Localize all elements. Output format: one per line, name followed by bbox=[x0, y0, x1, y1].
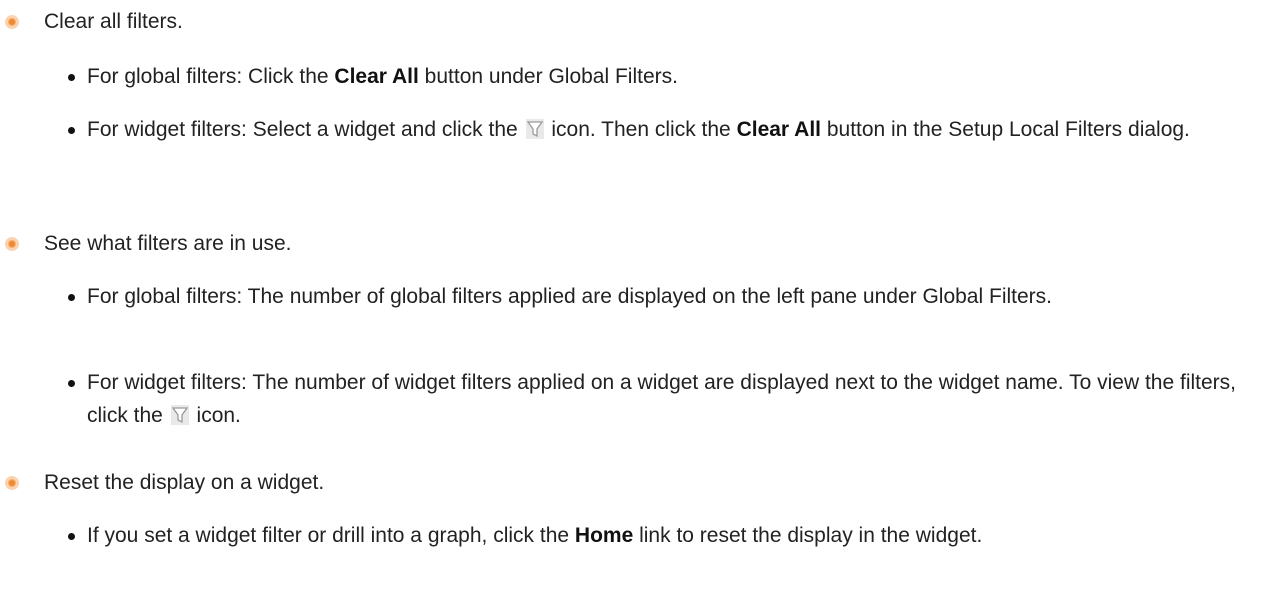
clear-all-label: Clear All bbox=[736, 118, 821, 141]
orange-bullet-icon bbox=[5, 15, 19, 29]
orange-bullet-icon bbox=[5, 476, 19, 490]
sub-item-text: If you set a widget filter or drill into… bbox=[87, 524, 983, 547]
orange-bullet-icon bbox=[5, 237, 19, 251]
bullet-dot-icon bbox=[68, 294, 75, 301]
filter-icon bbox=[525, 119, 544, 139]
item-heading: Clear all filters. bbox=[44, 10, 183, 33]
bullet-dot-icon bbox=[68, 533, 75, 540]
bullet-dot-icon bbox=[68, 127, 75, 134]
sub-item-text: For widget filters: The number of widget… bbox=[87, 371, 1236, 427]
sub-item-text: For global filters: Click the Clear All … bbox=[87, 65, 678, 88]
sub-item-text: For global filters: The number of global… bbox=[87, 285, 1052, 308]
bullet-dot-icon bbox=[68, 74, 75, 81]
sub-item-text: For widget filters: Select a widget and … bbox=[87, 118, 1190, 141]
filter-icon bbox=[170, 405, 189, 425]
bullet-dot-icon bbox=[68, 380, 75, 387]
clear-all-label: Clear All bbox=[334, 65, 419, 88]
home-link-label: Home bbox=[574, 524, 634, 547]
item-heading: Reset the display on a widget. bbox=[44, 471, 325, 494]
item-heading: See what filters are in use. bbox=[44, 232, 292, 255]
